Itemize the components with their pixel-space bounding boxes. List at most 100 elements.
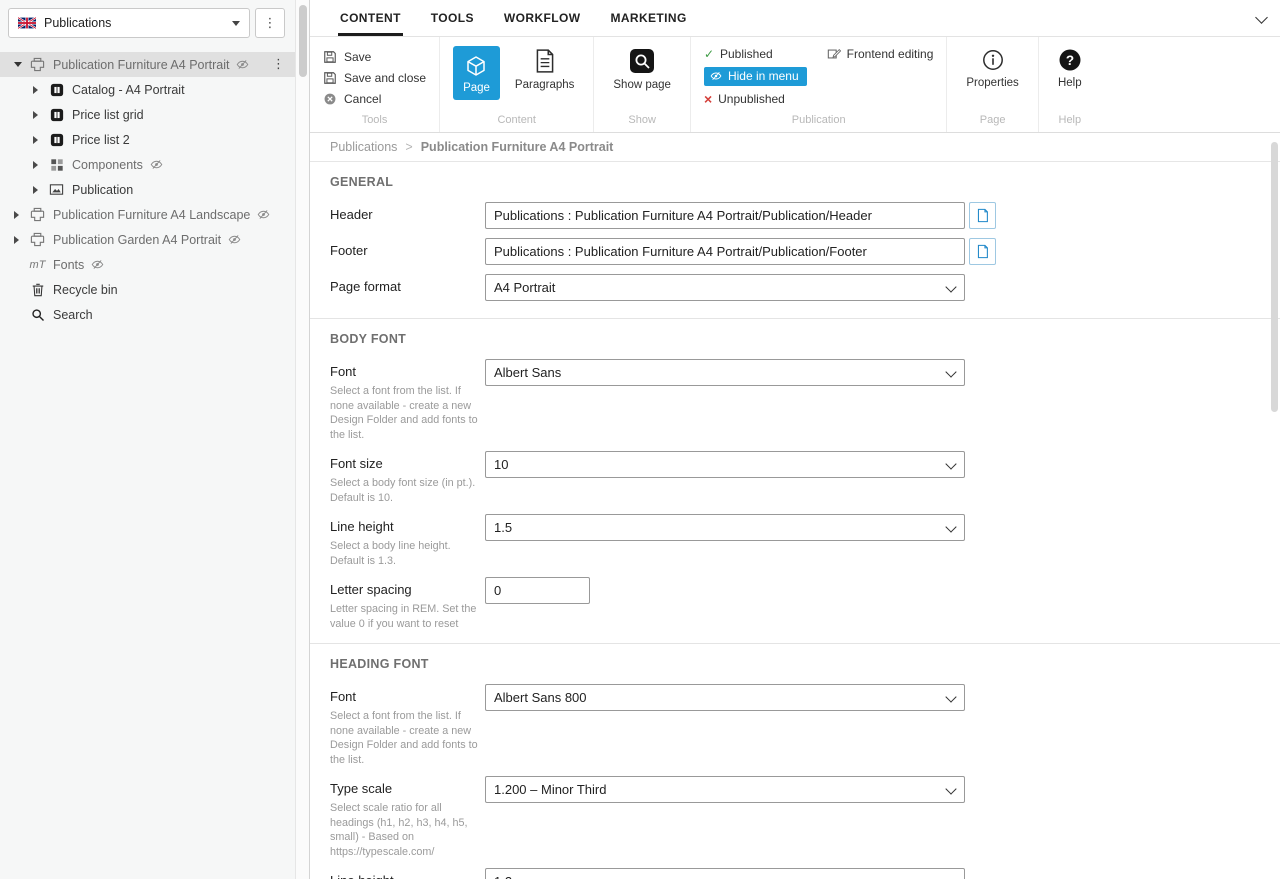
section-divider bbox=[310, 318, 1280, 319]
unpublished-button[interactable]: × Unpublished bbox=[704, 91, 785, 107]
tree-item-label: Price list 2 bbox=[72, 133, 130, 147]
page-format-select[interactable]: A4 Portrait bbox=[485, 274, 965, 301]
tree-item-components[interactable]: Components bbox=[0, 152, 295, 177]
section-title: GENERAL bbox=[330, 175, 1280, 189]
tree-item-label: Publication Furniture A4 Landscape bbox=[53, 208, 250, 222]
tree-item-label: Publication Garden A4 Portrait bbox=[53, 233, 221, 247]
save-button[interactable]: Save bbox=[323, 46, 426, 67]
body-font-size-select[interactable]: 10 bbox=[485, 451, 965, 478]
toolbar-group-caption: Help bbox=[1052, 113, 1088, 132]
uk-flag-icon bbox=[18, 17, 36, 29]
header-input[interactable] bbox=[485, 202, 965, 229]
heading-font-select[interactable]: Albert Sans 800 bbox=[485, 684, 965, 711]
heading-font-help: Select a font from the list. If none ava… bbox=[330, 709, 482, 767]
tab-marketing[interactable]: MARKETING bbox=[608, 0, 688, 36]
published-status[interactable]: ✓ Published bbox=[704, 46, 773, 62]
tree-item-fonts[interactable]: тТ Fonts bbox=[0, 252, 295, 277]
toolbar-group-caption: Show bbox=[607, 113, 677, 132]
body-font-help: Select a font from the list. If none ava… bbox=[330, 384, 482, 442]
footer-input[interactable] bbox=[485, 238, 965, 265]
collapse-chevron-icon[interactable] bbox=[1255, 11, 1268, 24]
paragraphs-button[interactable]: Paragraphs bbox=[509, 46, 580, 93]
perspective-selector[interactable]: Publications bbox=[8, 8, 250, 38]
header-label: Header bbox=[330, 207, 485, 222]
heading-line-height-select[interactable]: 1.2 bbox=[485, 868, 965, 879]
tree-item-price-list-grid[interactable]: Price list grid bbox=[0, 102, 295, 127]
show-page-button[interactable]: Show page bbox=[607, 46, 677, 93]
published-label: Published bbox=[720, 47, 773, 61]
catalog-icon bbox=[48, 107, 65, 123]
chevron-down-icon bbox=[232, 21, 240, 26]
tree-item-publication[interactable]: Publication bbox=[0, 177, 295, 202]
breadcrumb-separator: > bbox=[405, 140, 412, 154]
cancel-label: Cancel bbox=[344, 92, 381, 106]
tree-item-label: Price list grid bbox=[72, 108, 144, 122]
page-tree: Publication Furniture A4 Portrait ⋮ Cata… bbox=[0, 52, 295, 327]
caret-right-icon[interactable] bbox=[33, 111, 48, 119]
cross-icon: × bbox=[704, 92, 712, 106]
eye-slash-icon bbox=[710, 70, 722, 82]
app-window: Publications ⋮ Publication Furniture A4 … bbox=[0, 0, 1280, 879]
perspective-selector-label: Publications bbox=[44, 16, 224, 30]
sidebar-menu-button[interactable]: ⋮ bbox=[255, 8, 285, 38]
caret-right-icon[interactable] bbox=[33, 186, 48, 194]
eye-slash-icon bbox=[257, 208, 270, 221]
eye-slash-icon bbox=[228, 233, 241, 246]
properties-button[interactable]: Properties bbox=[960, 46, 1024, 91]
field-page-format: Page format A4 Portrait bbox=[330, 274, 1280, 301]
save-and-close-button[interactable]: Save and close bbox=[323, 67, 426, 88]
tree-item-menu-button[interactable]: ⋮ bbox=[272, 57, 285, 72]
body-letter-spacing-input[interactable] bbox=[485, 577, 590, 604]
tree-item-publication-furniture-a4-portrait[interactable]: Publication Furniture A4 Portrait ⋮ bbox=[0, 52, 295, 77]
tree-item-price-list-2[interactable]: Price list 2 bbox=[0, 127, 295, 152]
frontend-editing-label: Frontend editing bbox=[847, 47, 934, 61]
caret-right-icon[interactable] bbox=[33, 136, 48, 144]
printer-icon bbox=[29, 57, 46, 73]
body-line-height-select[interactable]: 1.5 bbox=[485, 514, 965, 541]
header-select-page-button[interactable] bbox=[969, 202, 996, 229]
footer-select-page-button[interactable] bbox=[969, 238, 996, 265]
tree-item-publication-furniture-a4-landscape[interactable]: Publication Furniture A4 Landscape bbox=[0, 202, 295, 227]
main-panel: CONTENT TOOLS WORKFLOW MARKETING Save bbox=[310, 0, 1280, 879]
page-button[interactable]: Page bbox=[453, 46, 500, 100]
type-scale-select[interactable]: 1.200 – Minor Third bbox=[485, 776, 965, 803]
main-scrollbar-thumb[interactable] bbox=[1271, 142, 1278, 412]
tree-item-catalog-a4-portrait[interactable]: Catalog - A4 Portrait bbox=[0, 77, 295, 102]
toolbar-group-page: Properties Page bbox=[947, 37, 1038, 132]
frontend-editing-button[interactable]: Frontend editing bbox=[827, 46, 934, 62]
section-body-font: BODY FONT Font Select a font from the li… bbox=[310, 332, 1280, 643]
caret-right-icon[interactable] bbox=[33, 86, 48, 94]
breadcrumb-parent[interactable]: Publications bbox=[330, 140, 397, 154]
catalog-icon bbox=[48, 82, 65, 98]
search-icon bbox=[29, 307, 46, 323]
breadcrumb-current: Publication Furniture A4 Portrait bbox=[421, 140, 614, 154]
section-divider bbox=[310, 643, 1280, 644]
tab-content[interactable]: CONTENT bbox=[338, 0, 403, 36]
tree-item-recycle-bin[interactable]: Recycle bin bbox=[0, 277, 295, 302]
sidebar-splitter[interactable] bbox=[295, 0, 310, 879]
tab-workflow[interactable]: WORKFLOW bbox=[502, 0, 583, 36]
caret-down-icon[interactable] bbox=[14, 62, 29, 67]
help-label: Help bbox=[1058, 77, 1082, 89]
hide-in-menu-button[interactable]: Hide in menu bbox=[704, 67, 807, 86]
caret-right-icon[interactable] bbox=[33, 161, 48, 169]
sidebar-scrollbar-thumb[interactable] bbox=[299, 5, 307, 77]
question-mark-icon: ? bbox=[1058, 48, 1082, 72]
svg-text:?: ? bbox=[1066, 53, 1074, 68]
tree-item-publication-garden-a4-portrait[interactable]: Publication Garden A4 Portrait bbox=[0, 227, 295, 252]
body-font-select[interactable]: Albert Sans bbox=[485, 359, 965, 386]
tree-item-search[interactable]: Search bbox=[0, 302, 295, 327]
cancel-button[interactable]: Cancel bbox=[323, 88, 426, 109]
caret-right-icon[interactable] bbox=[14, 236, 29, 244]
help-button[interactable]: ? Help bbox=[1052, 46, 1088, 91]
field-heading-line-height: Line height Select a body line height. D… bbox=[330, 868, 1280, 879]
tab-tools[interactable]: TOOLS bbox=[429, 0, 476, 36]
body-letter-spacing-help: Letter spacing in REM. Set the value 0 i… bbox=[330, 602, 482, 631]
cube-icon bbox=[464, 54, 488, 78]
field-body-font: Font Select a font from the list. If non… bbox=[330, 359, 1280, 442]
field-header: Header bbox=[330, 202, 1280, 229]
caret-right-icon[interactable] bbox=[14, 211, 29, 219]
section-title: HEADING FONT bbox=[330, 657, 1280, 671]
body-font-size-label: Font size bbox=[330, 456, 485, 471]
toolbar-group-caption: Page bbox=[960, 113, 1024, 132]
